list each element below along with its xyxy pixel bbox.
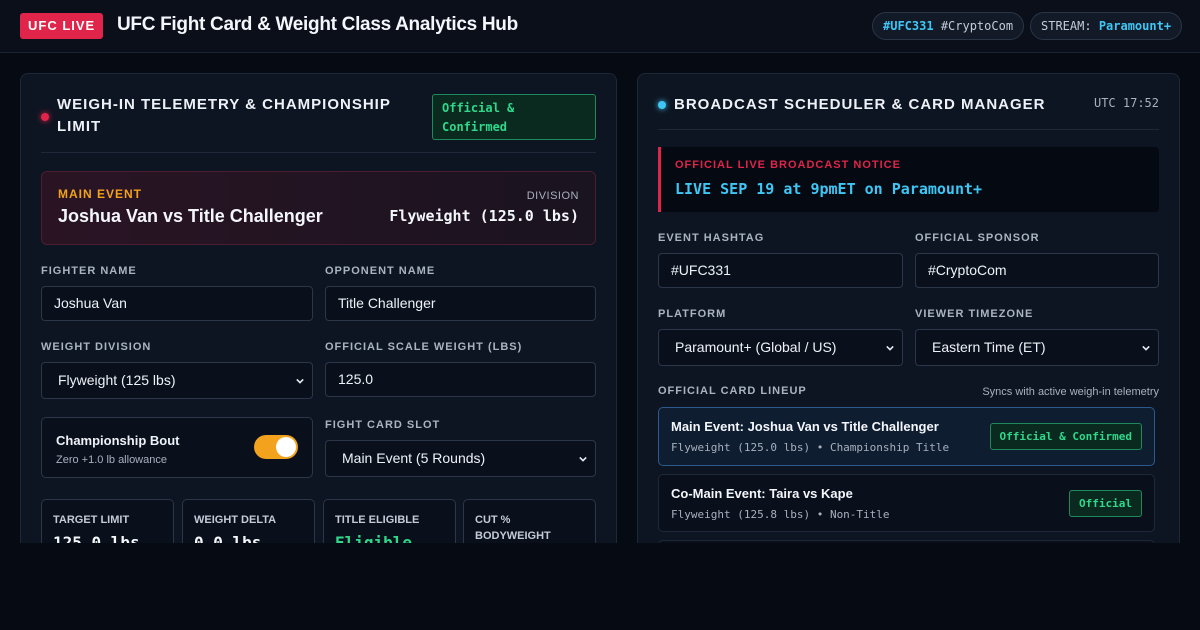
lineup-label: OFFICIAL CARD LINEUP — [658, 385, 807, 397]
broadcast-panel: BROADCAST SCHEDULER & CARD MANAGER UTC 1… — [637, 73, 1180, 543]
bout-status-badge: Official & Confirmed — [989, 423, 1142, 450]
pill-stream-label: STREAM: — [1041, 19, 1092, 33]
stat-value: 125.0 lbs — [53, 533, 140, 543]
stat-label: TITLE ELIGIBLE — [335, 514, 420, 526]
stat-title-eligible: TITLE ELIGIBLE Eligible — [323, 499, 456, 543]
stat-cut-percent: CUT % BODYWEIGHT — [463, 499, 596, 543]
stat-label: CUT % BODYWEIGHT — [475, 514, 551, 542]
status-dot-icon — [41, 113, 49, 121]
hashtag-input[interactable]: #UFC331 — [658, 253, 903, 288]
bout-title: Main Event: Joshua Van vs Title Challeng… — [671, 419, 939, 434]
ufc-live-logo: UFC LIVE — [20, 13, 104, 39]
main-event-card: MAIN EVENT Joshua Van vs Title Challenge… — [41, 171, 596, 245]
chevron-down-icon — [886, 345, 894, 351]
platform-value: Paramount+ (Global / US) — [675, 339, 837, 355]
lineup-item-comain[interactable]: Co-Main Event: Taira vs Kape Flyweight (… — [658, 474, 1155, 532]
sponsor-label: OFFICIAL SPONSOR — [915, 232, 1040, 244]
stream-pill[interactable]: STREAM: Paramount+ — [1030, 12, 1183, 40]
weighin-status-badge: Official & Confirmed — [432, 94, 596, 140]
notice-label: OFFICIAL LIVE BROADCAST NOTICE — [675, 159, 901, 171]
main-event-bout: Joshua Van vs Title Challenger — [58, 206, 323, 226]
main-event-label: MAIN EVENT — [58, 187, 143, 201]
lineup-item-next[interactable] — [658, 540, 1155, 543]
timezone-label: VIEWER TIMEZONE — [915, 308, 1034, 320]
app-title: UFC Fight Card & Weight Class Analytics … — [117, 14, 518, 35]
stat-label: TARGET LIMIT — [53, 514, 130, 526]
broadcast-notice: OFFICIAL LIVE BROADCAST NOTICE LIVE SEP … — [658, 147, 1159, 212]
stat-weight-delta: WEIGHT DELTA 0.0 lbs — [182, 499, 315, 543]
championship-sub: Zero +1.0 lb allowance — [56, 454, 167, 466]
status-line2: Confirmed — [442, 120, 508, 134]
opponent-name-label: OPPONENT NAME — [325, 265, 436, 277]
timezone-value: Eastern Time (ET) — [932, 339, 1046, 355]
bout-title: Co-Main Event: Taira vs Kape — [671, 486, 853, 501]
weighin-panel: WEIGH-IN TELEMETRY & CHAMPIONSHIP LIMIT … — [20, 73, 617, 543]
stat-target-limit: TARGET LIMIT 125.0 lbs — [41, 499, 174, 543]
stat-value: Eligible — [335, 533, 413, 543]
division-value: Flyweight (125.0 lbs) — [389, 207, 579, 225]
top-bar: UFC LIVE UFC Fight Card & Weight Class A… — [0, 0, 1200, 53]
pill-hashtag: #UFC331 — [883, 19, 934, 33]
pill-stream-value: Paramount+ — [1098, 19, 1172, 33]
weight-division-value: Flyweight (125 lbs) — [58, 372, 176, 388]
championship-toggle-card: Championship Bout Zero +1.0 lb allowance — [41, 417, 313, 478]
sponsor-input[interactable]: #CryptoCom — [915, 253, 1159, 288]
stat-value: 0.0 lbs — [194, 533, 262, 543]
platform-label: PLATFORM — [658, 308, 727, 320]
division-label: DIVISION — [526, 190, 579, 202]
weight-division-label: WEIGHT DIVISION — [41, 341, 152, 353]
toggle-knob — [276, 437, 296, 457]
timezone-select[interactable]: Eastern Time (ET) — [915, 329, 1159, 366]
lineup-sync-note: Syncs with active weigh-in telemetry — [982, 386, 1159, 398]
scale-weight-input[interactable]: 125.0 — [325, 362, 596, 397]
fight-slot-label: FIGHT CARD SLOT — [325, 419, 441, 431]
lineup-item-main[interactable]: Main Event: Joshua Van vs Title Challeng… — [658, 407, 1155, 466]
fight-slot-select[interactable]: Main Event (5 Rounds) — [325, 440, 596, 477]
championship-title: Championship Bout — [56, 433, 180, 448]
hashtag-pill[interactable]: #UFC331 #CryptoCom — [872, 12, 1025, 40]
notice-message: LIVE SEP 19 at 9pmET on Paramount+ — [675, 180, 983, 198]
bout-subtitle: Flyweight (125.0 lbs) • Championship Tit… — [671, 441, 950, 454]
weight-division-select[interactable]: Flyweight (125 lbs) — [41, 362, 313, 399]
platform-select[interactable]: Paramount+ (Global / US) — [658, 329, 903, 366]
championship-toggle[interactable] — [254, 435, 298, 459]
scale-weight-label: OFFICIAL SCALE WEIGHT (LBS) — [325, 341, 523, 353]
pill-sponsor: #CryptoCom — [940, 19, 1014, 33]
panel-divider — [41, 152, 596, 153]
opponent-name-input[interactable]: Title Challenger — [325, 286, 596, 321]
chevron-down-icon — [296, 378, 304, 384]
fighter-name-input[interactable]: Joshua Van — [41, 286, 313, 321]
weighin-panel-title: WEIGH-IN TELEMETRY & CHAMPIONSHIP LIMIT — [57, 96, 391, 135]
status-dot-icon — [658, 101, 666, 109]
chevron-down-icon — [1142, 345, 1150, 351]
status-line1: Official & — [442, 101, 515, 115]
fighter-name-label: FIGHTER NAME — [41, 265, 137, 277]
bout-status-badge: Official — [1069, 490, 1142, 517]
fight-slot-value: Main Event (5 Rounds) — [342, 450, 486, 466]
utc-clock: UTC 17:52 — [1093, 96, 1159, 110]
broadcast-panel-title: BROADCAST SCHEDULER & CARD MANAGER — [674, 96, 1046, 113]
hashtag-label: EVENT HASHTAG — [658, 232, 765, 244]
panel-divider — [658, 129, 1159, 130]
stat-label: WEIGHT DELTA — [194, 514, 277, 526]
dashboard-viewport: WEIGH-IN TELEMETRY & CHAMPIONSHIP LIMIT … — [0, 53, 1200, 543]
chevron-down-icon — [579, 456, 587, 462]
bout-subtitle: Flyweight (125.8 lbs) • Non-Title — [671, 508, 890, 521]
